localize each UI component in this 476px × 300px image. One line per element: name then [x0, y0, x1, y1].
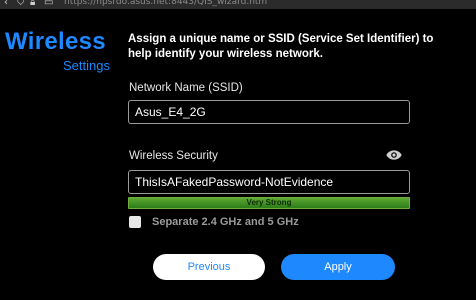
- back-icon[interactable]: ‹: [4, 0, 8, 9]
- password-strength-meter: Very Strong: [128, 197, 410, 209]
- password-field-box: [128, 170, 410, 194]
- separate-bands-label[interactable]: Separate 2.4 GHz and 5 GHz: [152, 216, 299, 228]
- lock-icon[interactable]: 🔒︎: [30, 0, 35, 9]
- password-input[interactable]: [129, 171, 409, 193]
- shield-icon[interactable]: ⛉: [17, 0, 25, 9]
- page-subtitle: Settings: [63, 58, 110, 73]
- show-password-eye-icon[interactable]: [386, 149, 402, 161]
- address-bar[interactable]: https://hpsrdo.asus.net:8443/QIS_wizard.…: [64, 0, 267, 8]
- ssid-label: Network Name (SSID): [129, 82, 243, 94]
- security-label: Wireless Security: [129, 150, 218, 162]
- ssid-field-box: [128, 100, 410, 124]
- page-description: Assign a unique name or SSID (Service Se…: [128, 33, 434, 60]
- browser-toolbar: ‹ ⛉ 🔒︎ ▭ https://hpsrdo.asus.net:8443/QI…: [0, 0, 476, 9]
- previous-button[interactable]: Previous: [153, 254, 265, 280]
- ssid-input[interactable]: [129, 101, 409, 123]
- page-title: Wireless: [5, 28, 106, 55]
- apply-button[interactable]: Apply: [281, 254, 395, 280]
- tab-icon[interactable]: ▭: [44, 0, 53, 9]
- separate-bands-checkbox[interactable]: [129, 216, 141, 228]
- password-strength-text: Very Strong: [246, 198, 292, 207]
